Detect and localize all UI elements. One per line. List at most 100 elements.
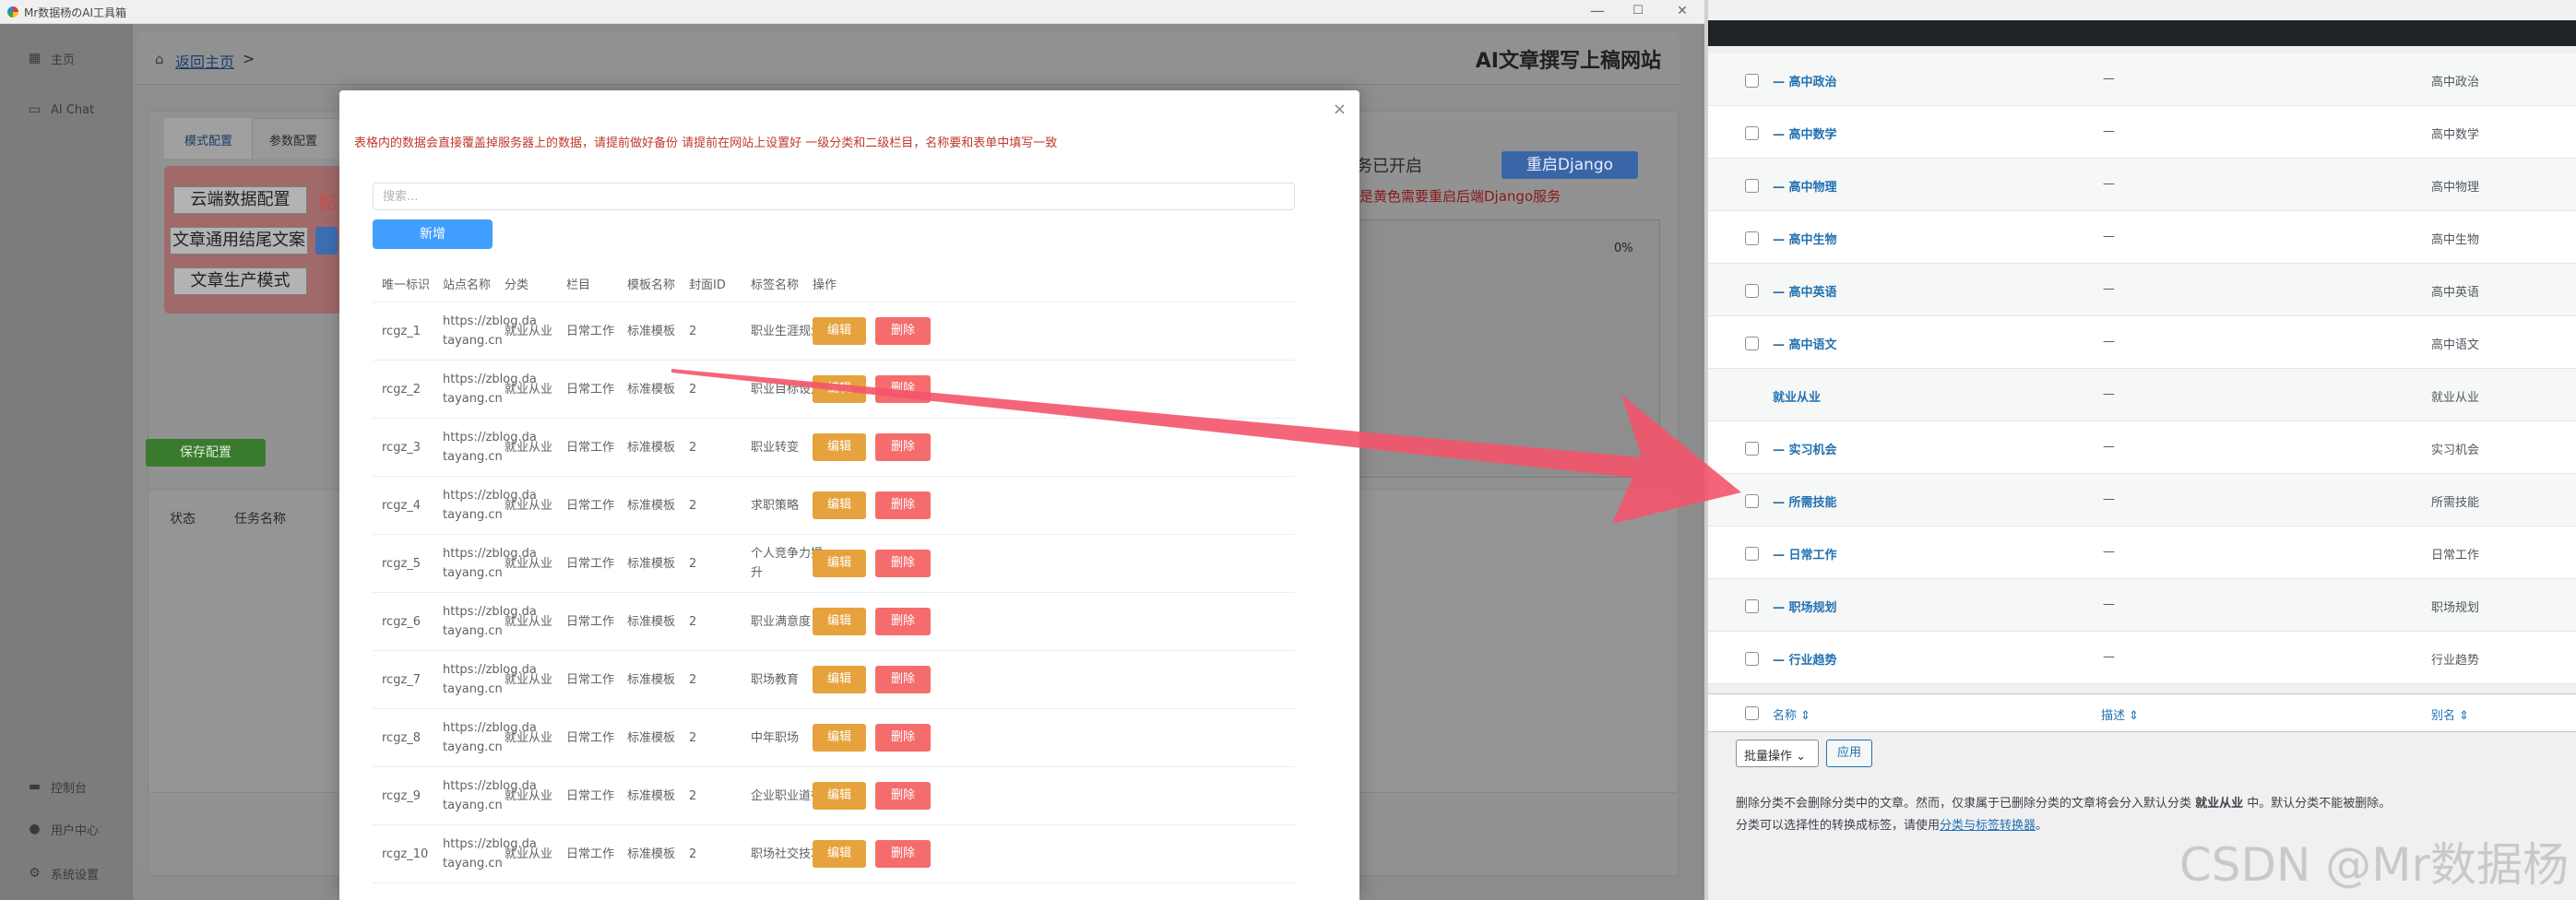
save-config-button[interactable]: 保存配置 xyxy=(146,439,266,467)
edit-button[interactable]: 编辑 xyxy=(813,317,866,345)
tab-param-config[interactable]: 参数配置 xyxy=(269,131,317,148)
delete-button[interactable]: 删除 xyxy=(875,375,931,403)
article-mode-button[interactable]: 文章生产模式 xyxy=(173,267,307,295)
sidebar-item-console[interactable]: ▬ 控制台 xyxy=(28,778,87,797)
row-checkbox[interactable] xyxy=(1745,547,1759,561)
edit-button[interactable]: 编辑 xyxy=(813,608,866,635)
table-row: rcgz_3 https://zblog.da tayang.cn 就业从业 日常工作标… xyxy=(373,419,1295,477)
sort-slug-link[interactable]: 别名 ⇕ xyxy=(2431,705,2469,723)
category-name-link[interactable]: — 日常工作 xyxy=(1773,545,1837,562)
category-name-link[interactable]: — 所需技能 xyxy=(1773,492,1837,510)
category-name-link[interactable]: — 职场规划 xyxy=(1773,598,1837,615)
edit-button[interactable]: 编辑 xyxy=(813,375,866,403)
category-name-link[interactable]: — 高中数学 xyxy=(1773,124,1837,142)
row-checkbox[interactable] xyxy=(1745,284,1759,298)
cell-template: 标准模板 xyxy=(627,731,676,745)
category-row: — 日常工作 — 日常工作 xyxy=(1708,527,2576,579)
cell-site-line2: tayang.cn xyxy=(443,682,503,696)
row-checkbox[interactable] xyxy=(1745,179,1759,193)
cell-category: 就业从业 xyxy=(505,325,553,338)
table-row: rcgz_2 https://zblog.da tayang.cn 就业从业 日常工作标… xyxy=(373,361,1295,419)
cell-column: 日常工作 xyxy=(566,615,615,629)
category-name-link[interactable]: — 高中生物 xyxy=(1773,230,1837,247)
row-checkbox[interactable] xyxy=(1745,652,1759,666)
edit-button[interactable]: 编辑 xyxy=(813,666,866,693)
row-checkbox[interactable] xyxy=(1745,126,1759,140)
cell-column: 日常工作 xyxy=(566,325,615,338)
cell-id: rcgz_5 xyxy=(382,557,421,571)
add-button[interactable]: 新增 xyxy=(373,219,493,249)
delete-button[interactable]: 删除 xyxy=(875,491,931,519)
search-input[interactable] xyxy=(373,183,1295,210)
config-tag-blue[interactable] xyxy=(315,227,338,255)
row-checkbox[interactable] xyxy=(1745,442,1759,456)
category-name-link[interactable]: 就业从业 xyxy=(1773,387,1821,405)
cell-site-line2: tayang.cn xyxy=(443,857,503,870)
category-row: — 高中英语 — 高中英语 xyxy=(1708,264,2576,316)
category-row: — 高中语文 — 高中语文 xyxy=(1708,316,2576,369)
category-name-link[interactable]: — 高中物理 xyxy=(1773,177,1837,195)
col-column: 栏目 xyxy=(566,278,591,292)
close-window-button[interactable]: ✕ xyxy=(1664,1,1701,23)
select-all-checkbox[interactable] xyxy=(1745,706,1759,720)
cell-tag: 职业满意度 xyxy=(751,612,811,632)
row-checkbox[interactable] xyxy=(1745,337,1759,350)
category-name-link[interactable]: — 高中政治 xyxy=(1773,72,1837,89)
delete-button[interactable]: 删除 xyxy=(875,840,931,868)
minimize-button[interactable]: — xyxy=(1579,1,1616,23)
row-checkbox[interactable] xyxy=(1745,494,1759,508)
category-name-link[interactable]: — 行业趋势 xyxy=(1773,650,1837,668)
category-row: — 高中政治 — 高中政治 xyxy=(1708,53,2576,106)
cell-id: rcgz_2 xyxy=(382,383,421,397)
cloud-data-config-button[interactable]: 云端数据配置 xyxy=(173,186,307,214)
category-description: — xyxy=(2103,335,2115,349)
category-name-link[interactable]: — 高中英语 xyxy=(1773,282,1837,300)
sidebar-item-user-center[interactable]: ● 用户中心 xyxy=(28,821,99,839)
col-category: 分类 xyxy=(505,278,529,292)
category-name-link[interactable]: — 高中语文 xyxy=(1773,335,1837,352)
edit-button[interactable]: 编辑 xyxy=(813,550,866,577)
delete-button[interactable]: 删除 xyxy=(875,724,931,752)
apply-button[interactable]: 应用 xyxy=(1826,740,1872,767)
sidebar-item-home[interactable]: ▦ 主页 xyxy=(28,50,75,68)
sidebar: ▦ 主页 ▭ AI Chat ▬ 控制台 ● 用户中心 ⚙ 系统设置 xyxy=(0,24,133,900)
maximize-button[interactable]: ☐ xyxy=(1620,1,1656,23)
cell-template: 标准模板 xyxy=(627,499,676,513)
bulk-action-select[interactable]: 批量操作 ⌄ xyxy=(1736,740,1819,767)
delete-button[interactable]: 删除 xyxy=(875,317,931,345)
row-checkbox[interactable] xyxy=(1745,74,1759,88)
grid-icon: ▦ xyxy=(28,51,42,65)
delete-button[interactable]: 删除 xyxy=(875,550,931,577)
csdn-watermark: CSDN @Mr数据杨 xyxy=(2178,838,2569,892)
cell-cover-id: 2 xyxy=(689,731,697,745)
sidebar-item-settings[interactable]: ⚙ 系统设置 xyxy=(28,865,99,883)
wordpress-categories-panel: — 高中政治 — 高中政治 — 高中数学 — 高中数学 — 高中物理 — 高中物理 — 高中生物 —… xyxy=(1708,0,2576,900)
category-slug: 职场规划 xyxy=(2431,601,2480,615)
delete-button[interactable]: 删除 xyxy=(875,782,931,810)
category-tag-converter-link[interactable]: 分类与标签转换器 xyxy=(1940,819,2036,833)
tab-mode-config[interactable]: 模式配置 xyxy=(184,131,232,148)
col-tag: 标签名称 xyxy=(751,278,800,292)
table-row: rcgz_7 https://zblog.da tayang.cn 就业从业 日常工作标… xyxy=(373,651,1295,709)
edit-button[interactable]: 编辑 xyxy=(813,840,866,868)
category-slug: 高中物理 xyxy=(2431,181,2480,195)
close-icon[interactable]: × xyxy=(1333,100,1347,119)
sort-name-link[interactable]: 名称 ⇕ xyxy=(1773,705,1810,723)
article-ending-button[interactable]: 文章通用结尾文案 xyxy=(170,227,308,255)
delete-button[interactable]: 删除 xyxy=(875,666,931,693)
table-row: rcgz_9 https://zblog.da tayang.cn 就业从业 日常工作标… xyxy=(373,767,1295,825)
restart-django-button[interactable]: 重启Django xyxy=(1502,151,1638,179)
data-table: 唯一标识 站点名称 分类 栏目 模板名称 封面ID 标签名称 操作 rcgz_1… xyxy=(373,264,1295,883)
edit-button[interactable]: 编辑 xyxy=(813,491,866,519)
row-checkbox[interactable] xyxy=(1745,231,1759,245)
delete-button[interactable]: 删除 xyxy=(875,433,931,461)
breadcrumb-home-link[interactable]: 返回主页 xyxy=(175,50,234,72)
edit-button[interactable]: 编辑 xyxy=(813,782,866,810)
sidebar-item-ai-chat[interactable]: ▭ AI Chat xyxy=(28,103,94,118)
row-checkbox[interactable] xyxy=(1745,599,1759,613)
edit-button[interactable]: 编辑 xyxy=(813,724,866,752)
delete-button[interactable]: 删除 xyxy=(875,608,931,635)
category-name-link[interactable]: — 实习机会 xyxy=(1773,440,1837,457)
edit-button[interactable]: 编辑 xyxy=(813,433,866,461)
sort-desc-link[interactable]: 描述 ⇕ xyxy=(2101,705,2139,723)
